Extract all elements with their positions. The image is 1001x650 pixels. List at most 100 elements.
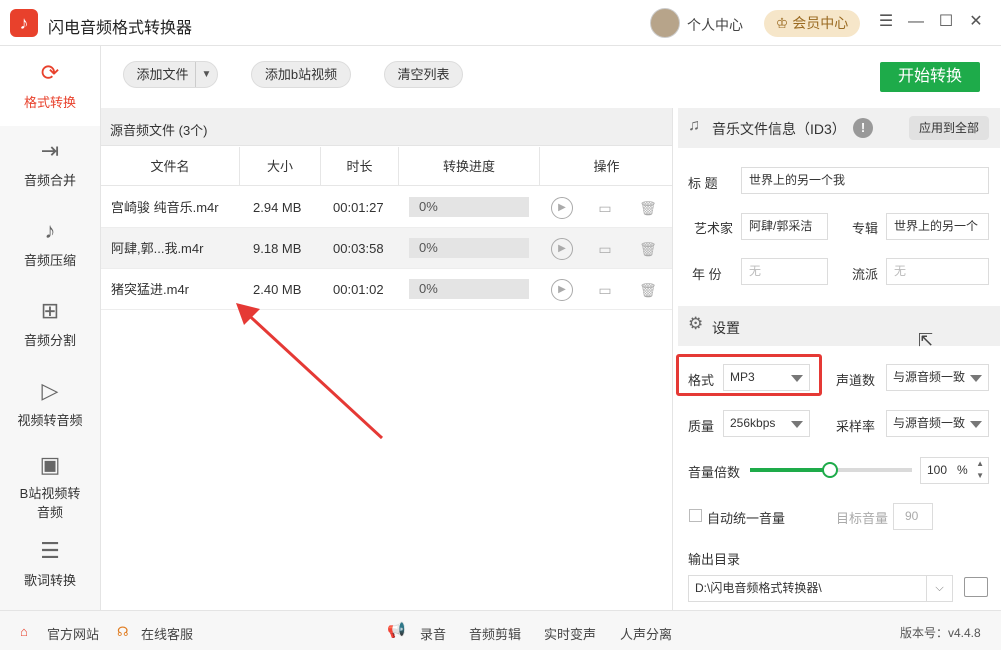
volume-slider-handle[interactable] [822,462,838,478]
sidebar-item-compress[interactable]: ♪ 音频压缩 [0,218,100,269]
sidebar-item-split[interactable]: ⊞ 音频分割 [0,298,100,349]
artist-label: 艺术家 [694,221,734,236]
play-icon[interactable]: ▶ [551,197,573,219]
column-header-actions: 操作 [540,147,673,186]
target-volume-field[interactable]: 90 [893,503,933,530]
progress-bar: 0% [409,238,529,258]
menu-icon[interactable]: ☰ [876,12,896,32]
album-label: 专辑 [852,221,879,236]
file-size: 9.18 MB [253,241,302,256]
maximize-icon[interactable]: ☐ [936,12,956,32]
auto-volume-checkbox[interactable] [689,509,702,522]
home-icon: ⌂ [20,624,28,639]
output-dir-label: 输出目录 [688,552,741,567]
folder-icon[interactable]: ▭ [593,197,617,219]
close-icon[interactable]: ✕ [966,12,986,32]
column-header-duration: 时长 [321,147,399,186]
sample-rate-label: 采样率 [836,419,876,434]
output-dir-select[interactable]: D:\闪电音频格式转换器\ ⌵ [688,575,953,602]
add-file-label: 添加文件 [136,67,189,82]
chevron-down-icon [970,421,982,428]
quality-select[interactable]: 256kbps [723,410,810,437]
format-value: MP3 [730,370,755,384]
sample-rate-value: 与源音频一致 [893,416,966,430]
sample-rate-select[interactable]: 与源音频一致 [886,410,989,437]
sidebar-item-lyrics[interactable]: ☰ 歌词转换 [0,538,100,589]
minimize-icon[interactable]: — [906,12,926,32]
chevron-down-icon [970,375,982,382]
sidebar-item-format-convert[interactable]: ⟳ 格式转换 [0,46,100,126]
support-link[interactable]: 在线客服 [141,624,193,643]
play-icon[interactable]: ▶ [551,238,573,260]
add-bilibili-button[interactable]: 添加b站视频 [251,61,351,88]
member-center-button[interactable]: ♔ 会员中心 [764,10,860,37]
progress-bar: 0% [409,197,529,217]
chevron-down-icon: ⌵ [926,576,952,601]
bilibili-icon: ▣ [39,452,61,477]
personal-center-link[interactable]: 个人中心 [687,15,743,35]
version-label: 版本号：v4.4.8 [900,626,981,640]
start-convert-button[interactable]: 开始转换 [880,62,980,92]
record-link[interactable]: 录音 [420,624,446,643]
delete-icon[interactable]: 🗑 [637,197,659,219]
sidebar-item-label: 音频合并 [23,173,76,188]
sidebar-item-label: 格式转换 [23,95,76,110]
sidebar-item-label: B站视频转音频 [19,486,81,520]
volume-unit: % [957,463,968,477]
megaphone-icon: 📢 [387,622,406,639]
album-field[interactable]: 世界上的另一个 [886,213,989,240]
file-name: 阿肆,郭...我.m4r [111,241,204,256]
app-logo-icon: ♪ [10,9,38,37]
channels-select[interactable]: 与源音频一致 [886,364,989,391]
table-row[interactable]: 宫崎骏 纯音乐.m4r 2.94 MB 00:01:27 0% ▶ ▭ 🗑 [101,187,673,228]
sidebar-item-label: 视频转音频 [17,413,83,428]
headphones-icon: ♫ [688,117,700,134]
column-header-name: 文件名 [101,147,240,186]
genre-field[interactable]: 无 [886,258,989,285]
volume-slider-fill [750,468,830,472]
chevron-down-icon [791,375,803,382]
folder-icon[interactable]: ▭ [593,279,617,301]
file-duration: 00:03:58 [333,241,384,256]
settings-title: 设置 [712,320,740,336]
browse-folder-icon[interactable] [964,577,988,597]
voice-change-link[interactable]: 实时变声 [544,624,596,643]
year-field[interactable]: 无 [741,258,828,285]
channels-value: 与源音频一致 [893,370,966,384]
folder-icon[interactable]: ▭ [593,238,617,260]
target-volume-label: 目标音量 [836,511,889,526]
audio-edit-link[interactable]: 音频剪辑 [469,624,521,643]
apply-to-all-button[interactable]: 应用到全部 [909,116,989,140]
refresh-icon: ⟳ [40,60,60,85]
sidebar-item-video-to-audio[interactable]: ▷ 视频转音频 [0,378,100,429]
stepper-arrows-icon[interactable]: ▲ ▼ [976,458,984,482]
file-size: 2.94 MB [253,200,302,215]
file-duration: 00:01:27 [333,200,384,215]
clear-list-button[interactable]: 清空列表 [384,61,463,88]
id3-title: 音乐文件信息（ID3） [712,121,846,137]
title-label: 标 题 [688,176,718,191]
title-field[interactable]: 世界上的另一个我 [741,167,989,194]
format-select[interactable]: MP3 [723,364,810,391]
sidebar-item-label: 音频压缩 [23,253,76,268]
sidebar-item-label: 歌词转换 [23,573,76,588]
sidebar-item-merge[interactable]: ⇥ 音频合并 [0,138,100,189]
add-file-button[interactable]: 添加文件 ▼ [123,61,218,88]
delete-icon[interactable]: 🗑 [637,279,659,301]
play-icon[interactable]: ▶ [551,279,573,301]
volume-stepper[interactable]: 100 % ▲ ▼ [920,457,989,484]
file-list-title: 源音频文件 (3个) [110,123,208,138]
chevron-down-icon[interactable]: ▼ [195,62,217,87]
delete-icon[interactable]: 🗑 [637,238,659,260]
avatar[interactable] [650,8,680,38]
quality-value: 256kbps [730,416,776,430]
website-link[interactable]: 官方网站 [47,624,99,643]
info-icon[interactable]: ! [853,118,873,138]
sidebar-item-bilibili[interactable]: ▣ B站视频转音频 [0,452,100,522]
artist-field[interactable]: 阿肆/郭采洁 [741,213,828,240]
table-row[interactable]: 阿肆,郭...我.m4r 9.18 MB 00:03:58 0% ▶ ▭ 🗑 [101,228,673,269]
vocal-split-link[interactable]: 人声分离 [620,624,672,643]
column-header-progress: 转换进度 [399,147,540,186]
format-label: 格式 [688,373,715,388]
video-icon: ▷ [41,378,59,403]
